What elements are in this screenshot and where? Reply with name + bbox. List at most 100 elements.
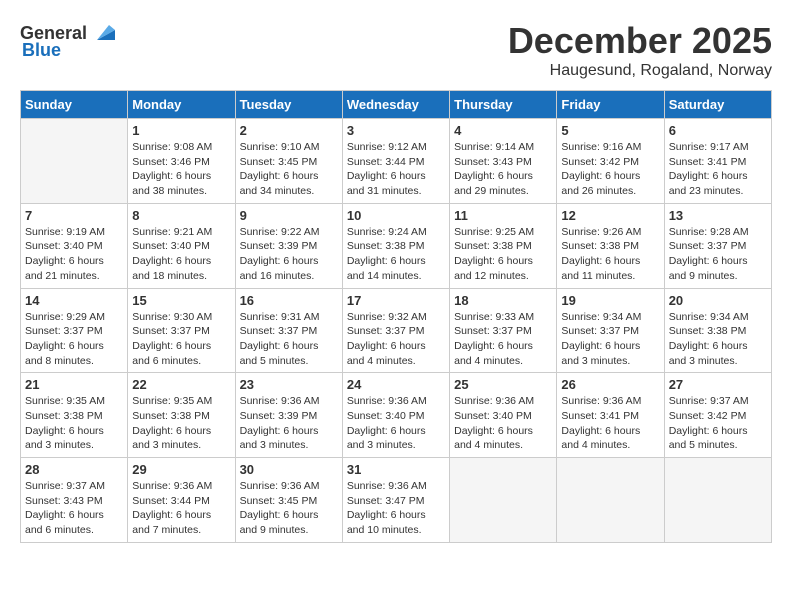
weekday-header-tuesday: Tuesday <box>235 91 342 119</box>
logo-text-blue: Blue <box>22 40 61 61</box>
location-title: Haugesund, Rogaland, Norway <box>508 62 772 80</box>
day-info: Sunrise: 9:35 AMSunset: 3:38 PMDaylight:… <box>132 394 230 453</box>
day-info: Sunrise: 9:22 AMSunset: 3:39 PMDaylight:… <box>240 225 338 284</box>
day-number: 8 <box>132 208 230 223</box>
day-cell: 15Sunrise: 9:30 AMSunset: 3:37 PMDayligh… <box>128 288 235 373</box>
day-cell: 25Sunrise: 9:36 AMSunset: 3:40 PMDayligh… <box>450 373 557 458</box>
day-info: Sunrise: 9:14 AMSunset: 3:43 PMDaylight:… <box>454 140 552 199</box>
day-cell: 19Sunrise: 9:34 AMSunset: 3:37 PMDayligh… <box>557 288 664 373</box>
day-number: 4 <box>454 123 552 138</box>
day-cell: 17 Sunrise: 9:32 AMSunset: 3:37 PMDayligh… <box>342 288 449 373</box>
day-cell: 11 Sunrise: 9:25 AMSunset: 3:38 PMDayligh… <box>450 203 557 288</box>
day-cell: 12 Sunrise: 9:26 AMSunset: 3:38 PMDayligh… <box>557 203 664 288</box>
day-cell: 2 Sunrise: 9:10 AMSunset: 3:45 PMDaylight… <box>235 119 342 204</box>
week-row-4: 21 Sunrise: 9:35 AMSunset: 3:38 PMDayligh… <box>21 373 772 458</box>
calendar-table: SundayMondayTuesdayWednesdayThursdayFrid… <box>20 90 772 543</box>
day-number: 3 <box>347 123 445 138</box>
day-info: Sunrise: 9:34 AMSunset: 3:38 PMDaylight:… <box>669 310 767 369</box>
day-number: 29 <box>132 462 230 477</box>
day-number: 21 <box>25 377 123 392</box>
day-info: Sunrise: 9:29 AMSunset: 3:37 PMDaylight:… <box>25 310 123 369</box>
weekday-header-sunday: Sunday <box>21 91 128 119</box>
day-cell: 4 Sunrise: 9:14 AMSunset: 3:43 PMDaylight… <box>450 119 557 204</box>
day-cell: 21 Sunrise: 9:35 AMSunset: 3:38 PMDayligh… <box>21 373 128 458</box>
day-info: Sunrise: 9:36 AMSunset: 3:39 PMDaylight:… <box>240 394 338 453</box>
day-info: Sunrise: 9:36 AMSunset: 3:47 PMDaylight:… <box>347 479 445 538</box>
day-cell: 23 Sunrise: 9:36 AMSunset: 3:39 PMDayligh… <box>235 373 342 458</box>
day-cell: 10 Sunrise: 9:24 AMSunset: 3:38 PMDayligh… <box>342 203 449 288</box>
day-info: Sunrise: 9:36 AMSunset: 3:44 PMDaylight:… <box>132 479 230 538</box>
day-cell: 14 Sunrise: 9:29 AMSunset: 3:37 PMDayligh… <box>21 288 128 373</box>
day-number: 19 <box>561 293 659 308</box>
day-cell: 18 Sunrise: 9:33 AMSunset: 3:37 PMDayligh… <box>450 288 557 373</box>
weekday-header-monday: Monday <box>128 91 235 119</box>
day-info: Sunrise: 9:36 AMSunset: 3:41 PMDaylight:… <box>561 394 659 453</box>
day-cell: 22 Sunrise: 9:35 AMSunset: 3:38 PMDayligh… <box>128 373 235 458</box>
week-row-3: 14 Sunrise: 9:29 AMSunset: 3:37 PMDayligh… <box>21 288 772 373</box>
day-info: Sunrise: 9:28 AMSunset: 3:37 PMDaylight:… <box>669 225 767 284</box>
day-number: 12 <box>561 208 659 223</box>
day-cell: 26 Sunrise: 9:36 AMSunset: 3:41 PMDayligh… <box>557 373 664 458</box>
day-cell: 31 Sunrise: 9:36 AMSunset: 3:47 PMDayligh… <box>342 458 449 543</box>
day-cell <box>450 458 557 543</box>
day-cell <box>557 458 664 543</box>
day-cell: 20 Sunrise: 9:34 AMSunset: 3:38 PMDayligh… <box>664 288 771 373</box>
day-number: 27 <box>669 377 767 392</box>
day-cell: 29 Sunrise: 9:36 AMSunset: 3:44 PMDayligh… <box>128 458 235 543</box>
day-cell <box>664 458 771 543</box>
day-cell: 24 Sunrise: 9:36 AMSunset: 3:40 PMDayligh… <box>342 373 449 458</box>
day-number: 6 <box>669 123 767 138</box>
day-number: 22 <box>132 377 230 392</box>
day-number: 15 <box>132 293 230 308</box>
logo-icon <box>89 20 115 46</box>
day-number: 26 <box>561 377 659 392</box>
day-number: 18 <box>454 293 552 308</box>
day-number: 25 <box>454 377 552 392</box>
title-block: December 2025 Haugesund, Rogaland, Norwa… <box>508 20 772 80</box>
day-cell: 8 Sunrise: 9:21 AMSunset: 3:40 PMDaylight… <box>128 203 235 288</box>
day-cell <box>21 119 128 204</box>
day-number: 2 <box>240 123 338 138</box>
day-number: 20 <box>669 293 767 308</box>
day-info: Sunrise: 9:17 AMSunset: 3:41 PMDaylight:… <box>669 140 767 199</box>
day-info: Sunrise: 9:31 AMSunset: 3:37 PMDaylight:… <box>240 310 338 369</box>
day-info: Sunrise: 9:26 AMSunset: 3:38 PMDaylight:… <box>561 225 659 284</box>
day-info: Sunrise: 9:35 AMSunset: 3:38 PMDaylight:… <box>25 394 123 453</box>
day-number: 5 <box>561 123 659 138</box>
day-info: Sunrise: 9:19 AMSunset: 3:40 PMDaylight:… <box>25 225 123 284</box>
day-number: 31 <box>347 462 445 477</box>
day-info: Sunrise: 9:32 AMSunset: 3:37 PMDaylight:… <box>347 310 445 369</box>
day-number: 13 <box>669 208 767 223</box>
day-info: Sunrise: 9:24 AMSunset: 3:38 PMDaylight:… <box>347 225 445 284</box>
day-cell: 9Sunrise: 9:22 AMSunset: 3:39 PMDaylight… <box>235 203 342 288</box>
day-info: Sunrise: 9:36 AMSunset: 3:40 PMDaylight:… <box>347 394 445 453</box>
page-header: General Blue December 2025 Haugesund, Ro… <box>20 20 772 80</box>
day-cell: 7 Sunrise: 9:19 AMSunset: 3:40 PMDaylight… <box>21 203 128 288</box>
weekday-header-friday: Friday <box>557 91 664 119</box>
weekday-header-wednesday: Wednesday <box>342 91 449 119</box>
day-info: Sunrise: 9:08 AMSunset: 3:46 PMDaylight:… <box>132 140 230 199</box>
day-info: Sunrise: 9:16 AMSunset: 3:42 PMDaylight:… <box>561 140 659 199</box>
day-number: 10 <box>347 208 445 223</box>
day-cell: 13 Sunrise: 9:28 AMSunset: 3:37 PMDayligh… <box>664 203 771 288</box>
day-info: Sunrise: 9:37 AMSunset: 3:42 PMDaylight:… <box>669 394 767 453</box>
day-info: Sunrise: 9:21 AMSunset: 3:40 PMDaylight:… <box>132 225 230 284</box>
day-cell: 28Sunrise: 9:37 AMSunset: 3:43 PMDayligh… <box>21 458 128 543</box>
day-info: Sunrise: 9:33 AMSunset: 3:37 PMDaylight:… <box>454 310 552 369</box>
day-number: 1 <box>132 123 230 138</box>
day-number: 11 <box>454 208 552 223</box>
day-number: 14 <box>25 293 123 308</box>
day-info: Sunrise: 9:12 AMSunset: 3:44 PMDaylight:… <box>347 140 445 199</box>
day-number: 24 <box>347 377 445 392</box>
day-info: Sunrise: 9:25 AMSunset: 3:38 PMDaylight:… <box>454 225 552 284</box>
day-cell: 27 Sunrise: 9:37 AMSunset: 3:42 PMDayligh… <box>664 373 771 458</box>
day-number: 30 <box>240 462 338 477</box>
day-number: 23 <box>240 377 338 392</box>
month-title: December 2025 <box>508 20 772 62</box>
day-cell: 1 Sunrise: 9:08 AMSunset: 3:46 PMDaylight… <box>128 119 235 204</box>
day-number: 7 <box>25 208 123 223</box>
day-info: Sunrise: 9:10 AMSunset: 3:45 PMDaylight:… <box>240 140 338 199</box>
week-row-1: 1 Sunrise: 9:08 AMSunset: 3:46 PMDaylight… <box>21 119 772 204</box>
week-row-5: 28Sunrise: 9:37 AMSunset: 3:43 PMDayligh… <box>21 458 772 543</box>
day-number: 17 <box>347 293 445 308</box>
